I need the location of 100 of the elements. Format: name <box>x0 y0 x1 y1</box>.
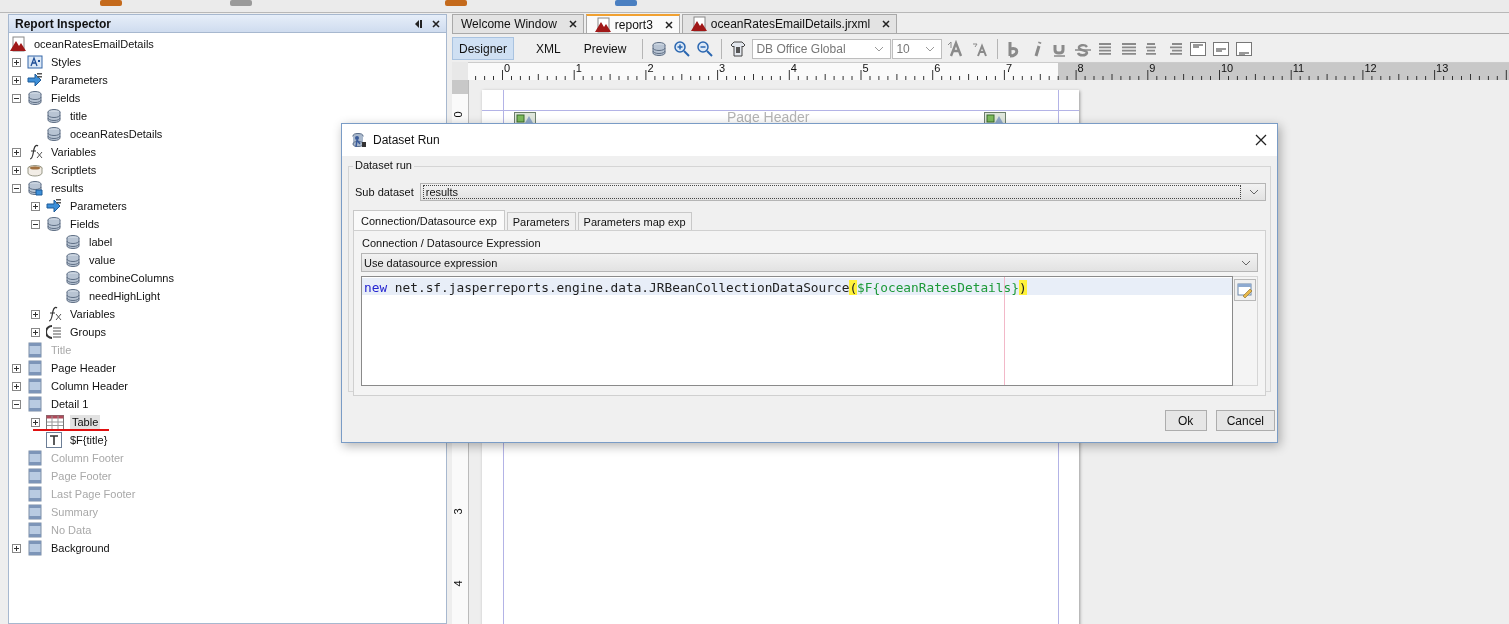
tree-item[interactable]: Parameters <box>49 73 110 87</box>
font-family-dropdown[interactable]: DB Office Global <box>752 38 892 59</box>
code-editor[interactable]: new net.sf.jasperreports.engine.data.JRBeanCollectionDataSource($F{oceanRatesDetails}) <box>361 276 1233 386</box>
expression-editor-button[interactable] <box>1234 279 1256 301</box>
tab[interactable]: Parameters map exp <box>577 212 692 230</box>
align-middle-icon[interactable] <box>1212 39 1231 58</box>
ruler-label: 9 <box>1149 63 1156 74</box>
tree-item[interactable]: Column Header <box>49 379 131 393</box>
tree-item[interactable]: Variables <box>68 307 118 321</box>
styles-icon <box>27 54 43 70</box>
expand-icon[interactable] <box>11 543 21 553</box>
expand-icon[interactable] <box>11 75 21 85</box>
document-tab[interactable]: oceanRatesEmailDetails.jrxml <box>681 14 898 33</box>
expand-icon[interactable] <box>11 147 21 157</box>
minimize-icon[interactable] <box>413 18 423 29</box>
close-icon[interactable] <box>1255 134 1267 146</box>
report-icon <box>594 16 611 33</box>
tree-item[interactable]: needHighLight <box>87 289 162 303</box>
band-icon <box>27 522 43 538</box>
ruler-label: 2 <box>647 63 654 74</box>
tree-item[interactable]: Background <box>49 541 112 555</box>
expand-icon[interactable] <box>11 57 21 67</box>
tree-item[interactable]: results <box>49 181 86 195</box>
expand-icon[interactable] <box>30 201 40 211</box>
chevron-down-icon[interactable] <box>874 45 885 52</box>
tree-item[interactable]: combineColumns <box>87 271 176 285</box>
tree-item[interactable]: Table <box>70 415 101 429</box>
chevron-down-icon[interactable] <box>925 45 936 52</box>
ok-button[interactable]: Ok <box>1164 410 1207 431</box>
ruler-label: 11 <box>1292 63 1305 74</box>
tab[interactable]: Connection/Datasource exp <box>353 210 505 230</box>
tree-item[interactable]: title <box>68 109 90 123</box>
tree-item[interactable]: oceanRatesDetails <box>68 127 165 141</box>
tree-item[interactable]: Groups <box>68 325 109 339</box>
shirt-icon[interactable] <box>729 39 748 58</box>
ruler-label: 1 <box>575 63 582 74</box>
collapse-icon[interactable] <box>11 399 21 409</box>
chevron-down-icon[interactable] <box>1241 259 1251 266</box>
view-tab[interactable]: Preview <box>574 37 636 60</box>
expand-icon[interactable] <box>30 309 40 319</box>
cancel-button[interactable]: Cancel <box>1215 410 1275 431</box>
expression-type-dropdown[interactable]: Use datasource expression <box>361 253 1258 272</box>
close-icon[interactable] <box>432 19 440 28</box>
tab[interactable]: Parameters <box>506 212 576 230</box>
ruler-label: 6 <box>934 63 941 74</box>
expand-icon[interactable] <box>30 327 40 337</box>
chevron-down-icon[interactable] <box>1249 189 1259 195</box>
text-field-icon <box>46 432 62 448</box>
tree-item[interactable]: Fields <box>68 217 102 231</box>
tree-item[interactable]: oceanRatesEmailDetails <box>32 37 156 51</box>
cup-icon <box>27 162 43 178</box>
ruler-label: 12 <box>1364 63 1377 74</box>
zoom-in-icon[interactable] <box>673 39 692 58</box>
expand-icon[interactable] <box>11 363 21 373</box>
zoom-out-icon[interactable] <box>696 39 715 58</box>
expand-icon[interactable] <box>11 381 21 391</box>
tree-item[interactable]: Styles <box>49 55 83 69</box>
view-tab[interactable]: Designer <box>452 37 515 60</box>
band-icon <box>27 540 43 556</box>
close-icon[interactable] <box>664 20 673 29</box>
collapse-icon[interactable] <box>11 93 21 103</box>
band-icon <box>27 468 43 484</box>
ruler-label: 10 <box>1221 63 1234 74</box>
tree-item[interactable]: Variables <box>49 145 99 159</box>
database-icon <box>65 234 81 250</box>
expand-icon[interactable] <box>11 165 21 175</box>
collapse-icon[interactable] <box>30 219 40 229</box>
tree-item[interactable]: $F{title} <box>68 433 110 447</box>
sub-dataset-dropdown[interactable]: results <box>419 183 1266 201</box>
database-icon <box>46 216 62 232</box>
ruler-label: 4 <box>790 63 797 74</box>
tree-item[interactable]: Fields <box>49 91 83 105</box>
database-icon <box>65 288 81 304</box>
band-icon <box>27 396 43 412</box>
ruler-label: 7 <box>1005 63 1012 74</box>
database-icon <box>65 270 81 286</box>
close-icon[interactable] <box>568 20 577 28</box>
document-tab[interactable]: Welcome Window <box>452 14 584 33</box>
tree-item[interactable]: Parameters <box>68 199 129 213</box>
font-size-dropdown[interactable]: 10 <box>892 38 943 59</box>
expand-icon[interactable] <box>30 417 40 427</box>
dataset-icon <box>351 132 367 148</box>
ruler-label: 0 <box>504 63 511 74</box>
band-icon <box>27 486 43 502</box>
document-tab[interactable]: report3 <box>585 14 680 33</box>
tree-item[interactable]: value <box>87 253 118 267</box>
tree-item[interactable]: Detail 1 <box>49 397 91 411</box>
close-icon[interactable] <box>882 20 891 28</box>
view-tab[interactable]: XML <box>527 37 570 60</box>
database-icon[interactable] <box>650 39 669 58</box>
align-bottom-icon[interactable] <box>1235 39 1254 58</box>
band-icon <box>27 450 43 466</box>
tree-item[interactable]: label <box>87 235 115 249</box>
align-top-icon[interactable] <box>1189 39 1208 58</box>
tree-item[interactable]: Scriptlets <box>49 163 99 177</box>
report-icon <box>690 16 707 32</box>
collapse-icon[interactable] <box>11 183 21 193</box>
tree-item[interactable]: Page Header <box>49 361 118 375</box>
parameters-icon <box>46 198 62 214</box>
code-line: new net.sf.jasperreports.engine.data.JRBeanCollectionDataSource($F{oceanRatesDetails}) <box>363 279 1028 296</box>
